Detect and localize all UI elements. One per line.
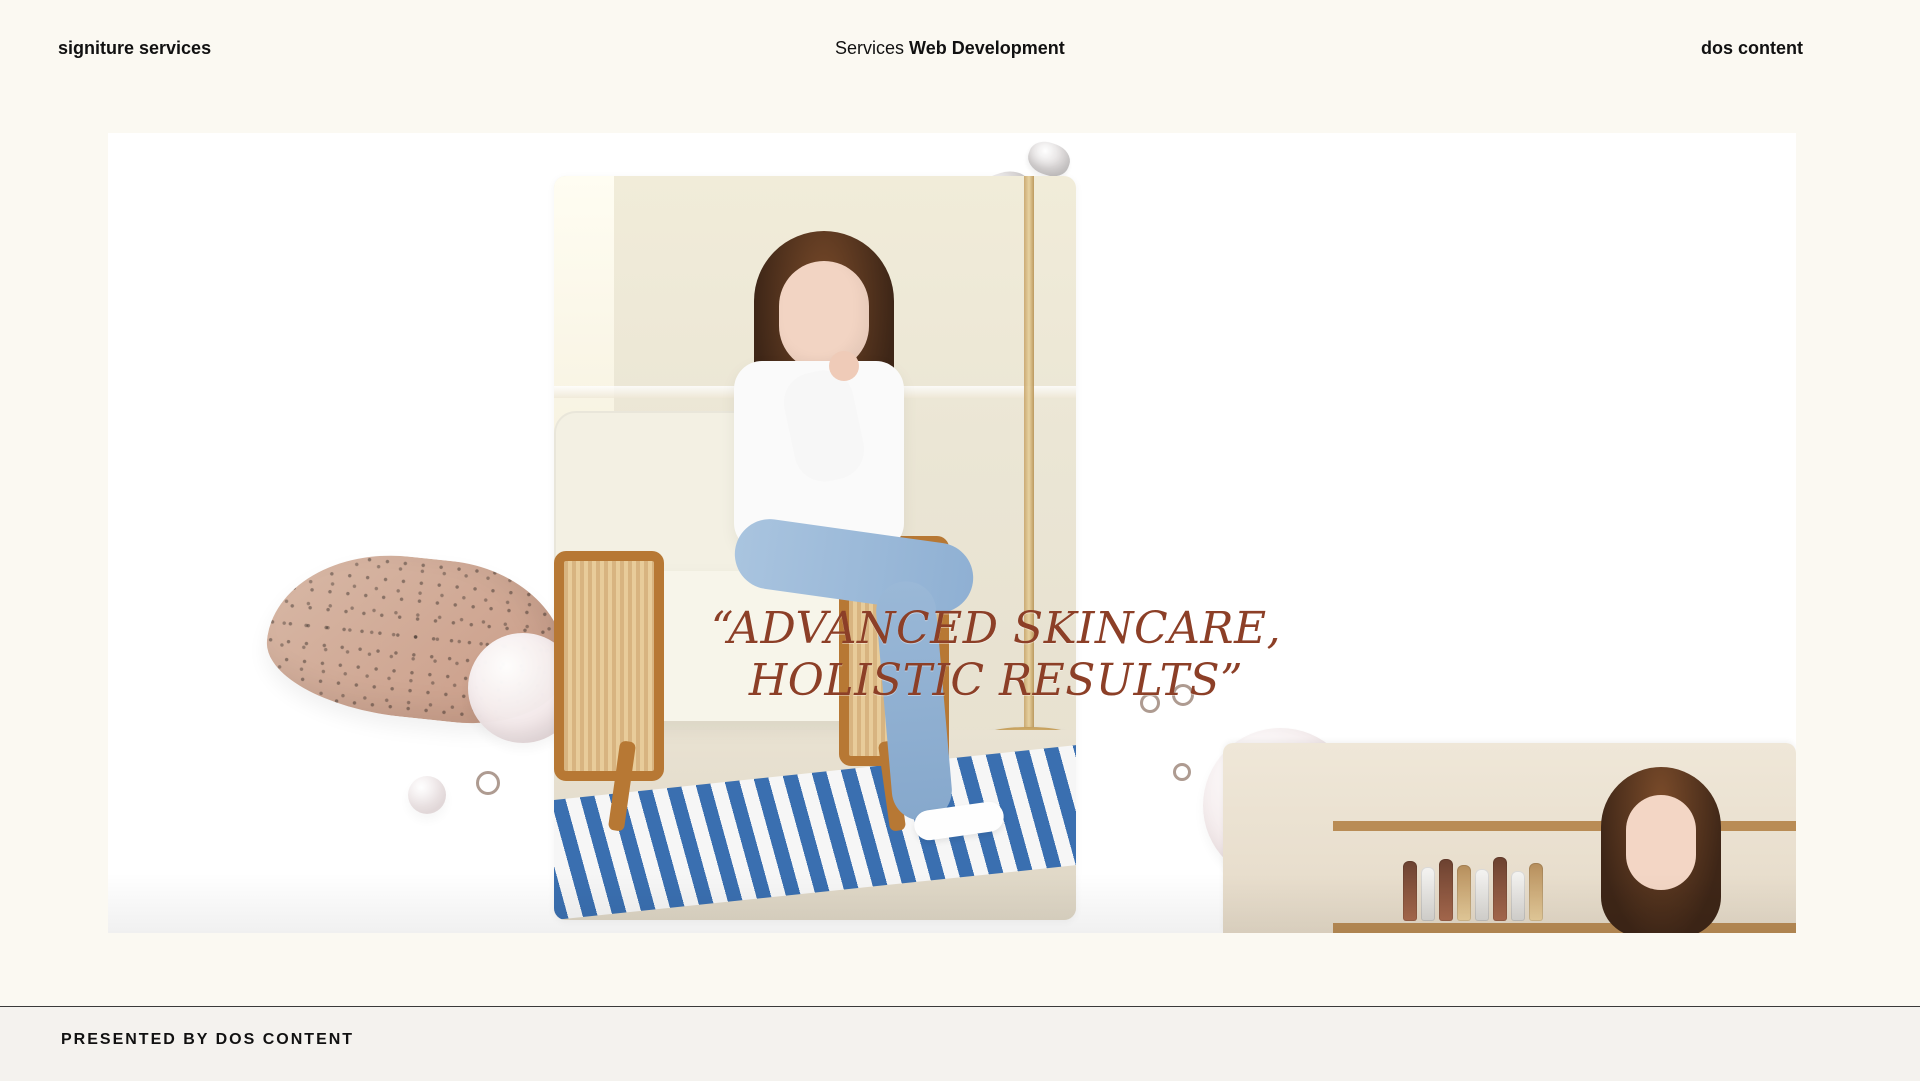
top-nav: signiture services Services Web Developm… <box>0 0 1920 100</box>
shop-woman-face <box>1626 795 1696 890</box>
armchair <box>554 411 974 832</box>
hero-quote: “ADVANCED SKINCARE, HOLISTIC RESULTS” <box>710 603 1282 706</box>
breadcrumb: Services Web Development <box>835 38 1065 59</box>
product-bottle-2 <box>1421 867 1435 921</box>
ring-left <box>476 771 500 795</box>
product-bottle-4 <box>1457 865 1471 921</box>
presented-by-label: PRESENTED BY DOS CONTENT <box>61 1031 355 1048</box>
product-bottle-1 <box>1403 861 1417 921</box>
product-bottle-6 <box>1493 857 1507 921</box>
ring-small-3 <box>1173 763 1191 781</box>
footer-bar: PRESENTED BY DOS CONTENT <box>0 1006 1920 1081</box>
signature-services-link[interactable]: signiture services <box>58 38 211 59</box>
hand <box>829 351 859 381</box>
bubble-tiny-left <box>408 776 446 814</box>
portrait-photo <box>554 176 1076 920</box>
dos-content-link[interactable]: dos content <box>1701 38 1803 59</box>
hero-stage: “ADVANCED SKINCARE, HOLISTIC RESULTS” <box>108 133 1796 933</box>
product-bottle-7 <box>1511 871 1525 921</box>
droplet-1 <box>1023 136 1075 182</box>
shop-thumbnail <box>1223 743 1796 933</box>
shop-woman <box>1586 767 1736 933</box>
breadcrumb-current: Web Development <box>909 38 1065 58</box>
product-bottle-3 <box>1439 859 1453 921</box>
product-bottle-5 <box>1475 869 1489 921</box>
product-bottle-8 <box>1529 863 1543 921</box>
face <box>779 261 869 371</box>
wall-molding <box>554 386 1076 398</box>
breadcrumb-services[interactable]: Services <box>835 38 904 58</box>
